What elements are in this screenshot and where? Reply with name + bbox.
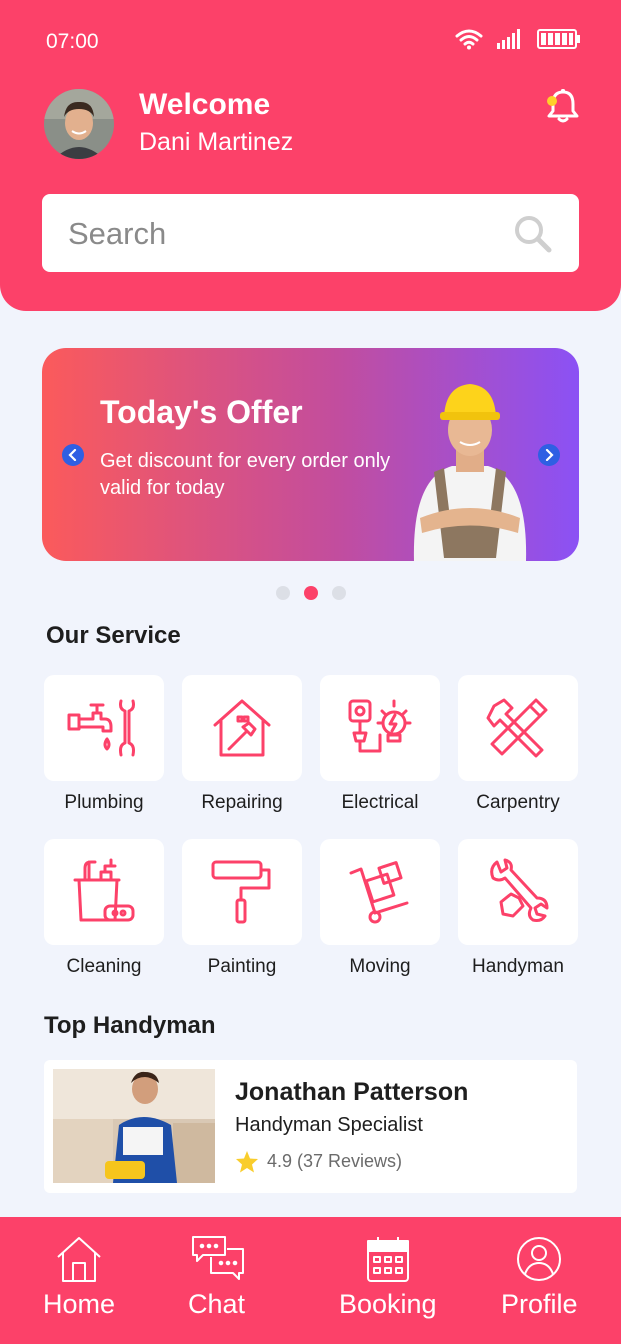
offer-text: Get discount for every order only valid …: [100, 450, 391, 499]
carousel-prev-button[interactable]: [62, 444, 84, 466]
handyman-name: Jonathan Patterson: [235, 1078, 469, 1106]
painting-icon: [211, 860, 271, 924]
welcome-text: Welcome: [139, 88, 271, 121]
service-label: Moving: [349, 956, 411, 977]
carpentry-icon: [486, 698, 548, 758]
carousel-next-button[interactable]: [538, 444, 560, 466]
service-label: Plumbing: [64, 792, 144, 813]
worker-illustration: [413, 384, 527, 561]
status-icons: [455, 28, 581, 50]
service-label: Electrical: [341, 792, 419, 813]
home-icon: [57, 1237, 101, 1282]
search-icon[interactable]: [513, 214, 553, 254]
top-handyman-title: Top Handyman: [44, 1012, 216, 1039]
profile-icon: [517, 1237, 562, 1281]
nav-booking-label: Booking: [339, 1289, 437, 1319]
signal-icon: [497, 29, 520, 49]
header: 07:00 Welcome Dani Martinez Search: [0, 0, 621, 311]
search-input[interactable]: Search: [42, 194, 579, 272]
service-plumbing[interactable]: Plumbing: [44, 675, 164, 814]
nav-home-label: Home: [43, 1289, 116, 1319]
service-label: Painting: [207, 956, 277, 977]
nav-profile-label: Profile: [501, 1289, 578, 1319]
cleaning-icon: [73, 858, 135, 922]
service-label: Handyman: [472, 956, 564, 977]
moving-icon: [349, 861, 409, 924]
carousel-indicator: [276, 586, 346, 600]
carousel-dot-active[interactable]: [304, 586, 318, 600]
nav-booking[interactable]: Booking: [339, 1235, 437, 1320]
chat-icon: [191, 1236, 244, 1280]
electrical-icon: [348, 699, 412, 753]
nav-chat-label: Chat: [188, 1289, 246, 1319]
bottom-nav: Home Chat Booking Profile: [0, 1217, 621, 1344]
service-label: Cleaning: [66, 956, 142, 977]
service-repairing[interactable]: Repairing: [182, 675, 302, 814]
username: Dani Martinez: [139, 128, 294, 156]
avatar[interactable]: [44, 89, 114, 159]
chevron-right-icon: [545, 449, 554, 461]
nav-home[interactable]: Home: [43, 1235, 115, 1320]
wifi-icon: [455, 29, 483, 50]
nav-chat[interactable]: Chat: [188, 1235, 245, 1320]
carousel-dot[interactable]: [276, 586, 290, 600]
battery-icon: [537, 29, 580, 49]
calendar-icon: [366, 1237, 409, 1282]
plumbing-icon: [67, 699, 135, 757]
nav-profile[interactable]: Profile: [501, 1235, 578, 1320]
handyman-role: Handyman Specialist: [235, 1114, 423, 1136]
service-carpentry[interactable]: Carpentry: [458, 675, 578, 814]
handyman-icon: [490, 858, 549, 922]
handyman-rating: 4.9 (37 Reviews): [235, 1150, 402, 1173]
handyman-photo: [53, 1069, 215, 1183]
service-electrical[interactable]: Electrical: [320, 675, 440, 814]
service-moving[interactable]: Moving: [320, 839, 440, 978]
service-label: Repairing: [201, 792, 283, 813]
status-time: 07:00: [46, 30, 99, 53]
carousel-dot[interactable]: [332, 586, 346, 600]
service-handyman[interactable]: Handyman: [458, 839, 578, 978]
star-icon: [236, 1151, 258, 1173]
services-section-title: Our Service: [46, 622, 181, 649]
handyman-card[interactable]: Jonathan Patterson Handyman Specialist 4…: [44, 1060, 577, 1193]
search-placeholder: Search: [68, 216, 167, 251]
repairing-icon: [213, 699, 271, 757]
rating-text: 4.9 (37 Reviews): [267, 1151, 403, 1171]
service-label: Carpentry: [476, 792, 560, 813]
service-cleaning[interactable]: Cleaning: [44, 839, 164, 978]
chevron-left-icon: [68, 449, 77, 461]
notification-bell-icon[interactable]: [544, 88, 582, 129]
offer-title: Today's Offer: [100, 394, 303, 430]
service-painting[interactable]: Painting: [182, 839, 302, 978]
offer-banner[interactable]: Today's Offer Get discount for every ord…: [42, 348, 579, 561]
